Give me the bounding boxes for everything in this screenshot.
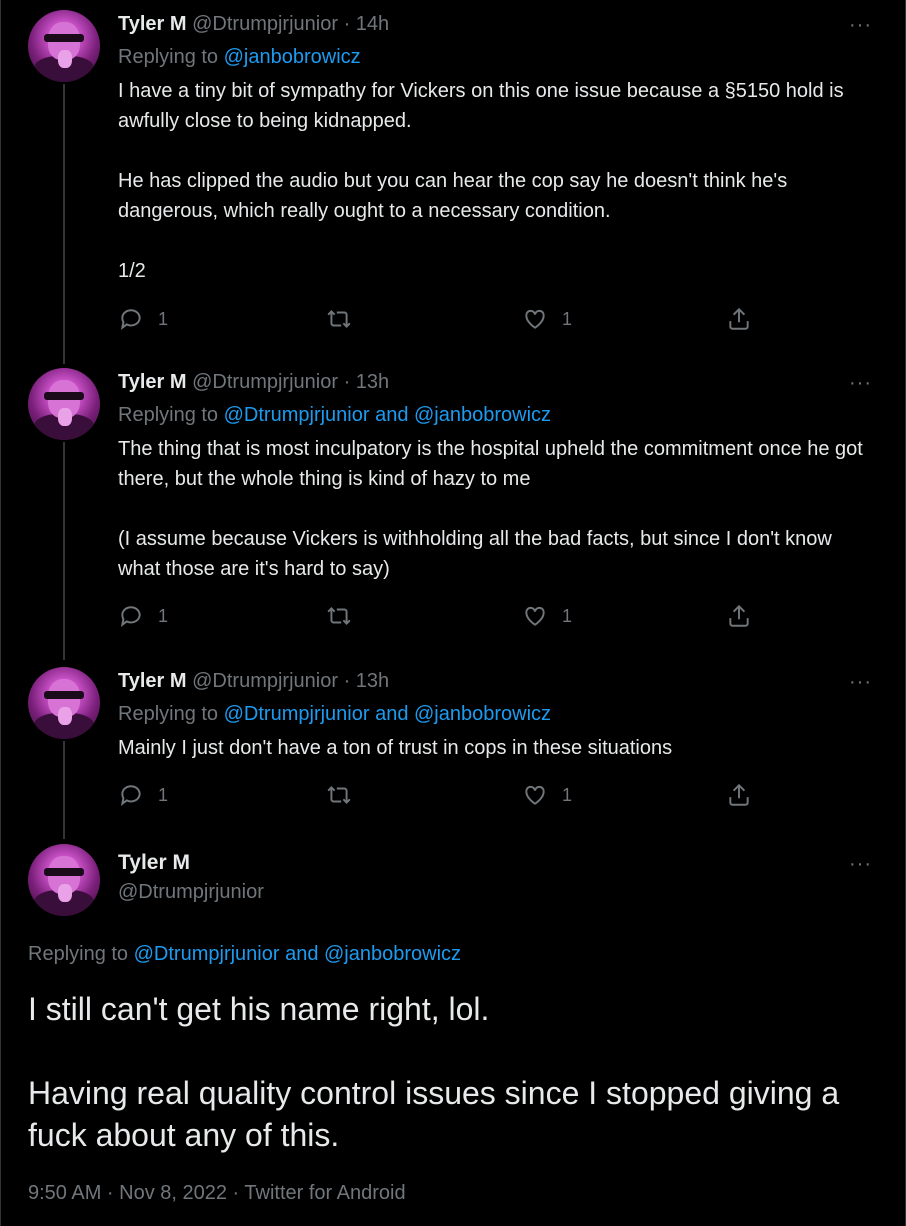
replying-to: Replying to @Dtrumpjrjunior and @janbobr… [28,943,461,966]
replying-prefix: Replying to [118,46,219,68]
avatar[interactable] [28,10,100,82]
tweet-text: I still can't get his name right, lol. H… [28,988,878,1156]
share-icon [729,307,749,330]
tweet-actions: 1 1 [118,304,758,334]
retweet-button[interactable] [326,780,352,810]
replying-to-link[interactable]: @Dtrumpjrjunior and @janbobrowicz [224,404,551,426]
replying-prefix: Replying to [118,703,219,725]
tweet-paragraph: He has clipped the audio but you can hea… [118,170,788,222]
like-count: 1 [562,784,573,805]
tweet-header: Tyler M @Dtrumpjrjunior · 14h [118,12,389,36]
author-name[interactable]: Tyler M [118,851,190,875]
tweet-time[interactable]: 14h [356,13,389,35]
like-button[interactable]: 1 [522,780,572,810]
avatar[interactable] [28,844,100,916]
reply-count: 1 [158,605,169,626]
retweet-button[interactable] [326,304,352,334]
share-button[interactable] [726,780,752,810]
more-icon[interactable]: ··· [849,672,872,692]
author-name[interactable]: Tyler M [118,13,187,35]
tweet-actions: 1 1 [118,601,758,631]
tweet-text: The thing that is most inculpatory is th… [118,434,878,584]
tweet-text: I have a tiny bit of sympathy for Vicker… [118,76,878,286]
more-icon[interactable]: ··· [849,373,872,393]
like-count: 1 [562,605,573,626]
tweet-header: Tyler M @Dtrumpjrjunior · 13h [118,370,389,394]
reply-button[interactable]: 1 [118,304,168,334]
author-handle[interactable]: @Dtrumpjrjunior [118,881,264,904]
like-button[interactable]: 1 [522,601,572,631]
separator-dot: · [343,13,351,35]
retweet-icon [327,786,351,804]
tweet-paragraph: Mainly I just don't have a ton of trust … [118,737,673,759]
separator-dot: · [343,371,351,393]
replying-to-link[interactable]: @janbobrowicz [224,46,361,68]
more-icon[interactable]: ··· [849,854,872,874]
tweet-actions: 1 1 [118,780,758,810]
tweet[interactable]: Tyler M @Dtrumpjrjunior · 14h ··· Replyi… [0,0,906,360]
like-icon [525,606,545,626]
separator-dot: · [343,670,351,692]
author-name[interactable]: Tyler M [118,670,187,692]
tweet-time[interactable]: 13h [356,670,389,692]
tweet-paragraph: 1/2 [118,260,146,282]
replying-prefix: Replying to [118,404,219,426]
reply-count: 1 [158,308,169,329]
tweet-paragraph: I have a tiny bit of sympathy for Vicker… [118,80,844,132]
replying-to: Replying to @janbobrowicz [118,45,361,69]
replying-to-link[interactable]: @Dtrumpjrjunior and @janbobrowicz [134,943,461,965]
author-handle[interactable]: @Dtrumpjrjunior [192,371,338,393]
author-name[interactable]: Tyler M [118,371,187,393]
like-icon [525,785,545,805]
retweet-icon [327,310,351,328]
avatar[interactable] [28,667,100,739]
tweet-paragraph: Having real quality control issues since… [28,1075,840,1153]
tweet-text: Mainly I just don't have a ton of trust … [118,733,878,763]
reply-button[interactable]: 1 [118,780,168,810]
tweet-paragraph: I still can't get his name right, lol. [28,991,490,1027]
reply-count: 1 [158,784,169,805]
replying-to-link[interactable]: @Dtrumpjrjunior and @janbobrowicz [224,703,551,725]
retweet-button[interactable] [326,601,352,631]
reply-icon [120,606,141,627]
like-icon [525,309,545,329]
like-count: 1 [562,308,573,329]
reply-icon [120,785,141,806]
share-icon [729,604,749,627]
more-icon[interactable]: ··· [849,15,872,35]
share-icon [729,783,749,806]
avatar[interactable] [28,368,100,440]
tweet-paragraph: The thing that is most inculpatory is th… [118,438,863,490]
author-handle[interactable]: @Dtrumpjrjunior [192,670,338,692]
reply-icon [120,309,141,330]
share-button[interactable] [726,601,752,631]
tweet[interactable]: Tyler M @Dtrumpjrjunior · 13h ··· Replyi… [0,659,906,839]
replying-to: Replying to @Dtrumpjrjunior and @janbobr… [118,702,551,726]
tweet[interactable]: Tyler M @Dtrumpjrjunior · 13h ··· Replyi… [0,360,906,660]
tweet-time[interactable]: 13h [356,371,389,393]
reply-button[interactable]: 1 [118,601,168,631]
like-button[interactable]: 1 [522,304,572,334]
share-button[interactable] [726,304,752,334]
author-handle[interactable]: @Dtrumpjrjunior [192,13,338,35]
replying-prefix: Replying to [28,943,129,965]
tweet-paragraph: (I assume because Vickers is withholding… [118,528,832,580]
retweet-icon [327,607,351,625]
tweet-timestamp[interactable]: 9:50 AM · Nov 8, 2022 · Twitter for Andr… [28,1182,406,1205]
tweet-header: Tyler M @Dtrumpjrjunior · 13h [118,669,389,693]
replying-to: Replying to @Dtrumpjrjunior and @janbobr… [118,403,551,427]
